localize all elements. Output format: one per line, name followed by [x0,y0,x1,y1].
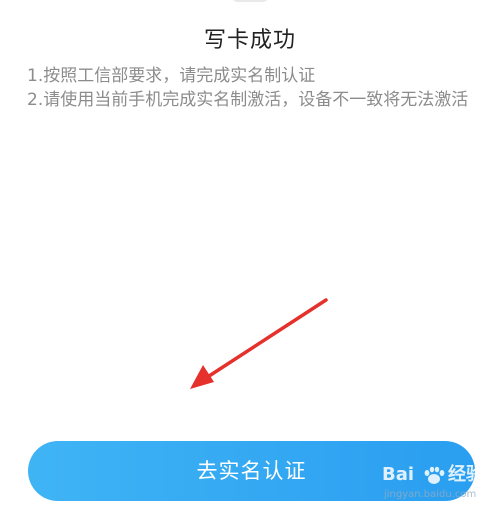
notice-item-2: 2.请使用当前手机完成实名制激活，设备不一致将无法激活 [27,90,469,110]
notice-list: 1.按照工信部要求，请完成实名制认证 2.请使用当前手机完成实名制激活，设备不一… [27,64,482,112]
write-card-success-screen: 写卡成功 1.按照工信部要求，请完成实名制认证 2.请使用当前手机完成实名制激活… [0,0,500,518]
notice-item-1: 1.按照工信部要求，请完成实名制认证 [27,66,316,86]
real-name-verify-button[interactable]: 去实名认证 [28,441,475,501]
page-title: 写卡成功 [203,28,296,53]
top-handle [232,0,268,2]
